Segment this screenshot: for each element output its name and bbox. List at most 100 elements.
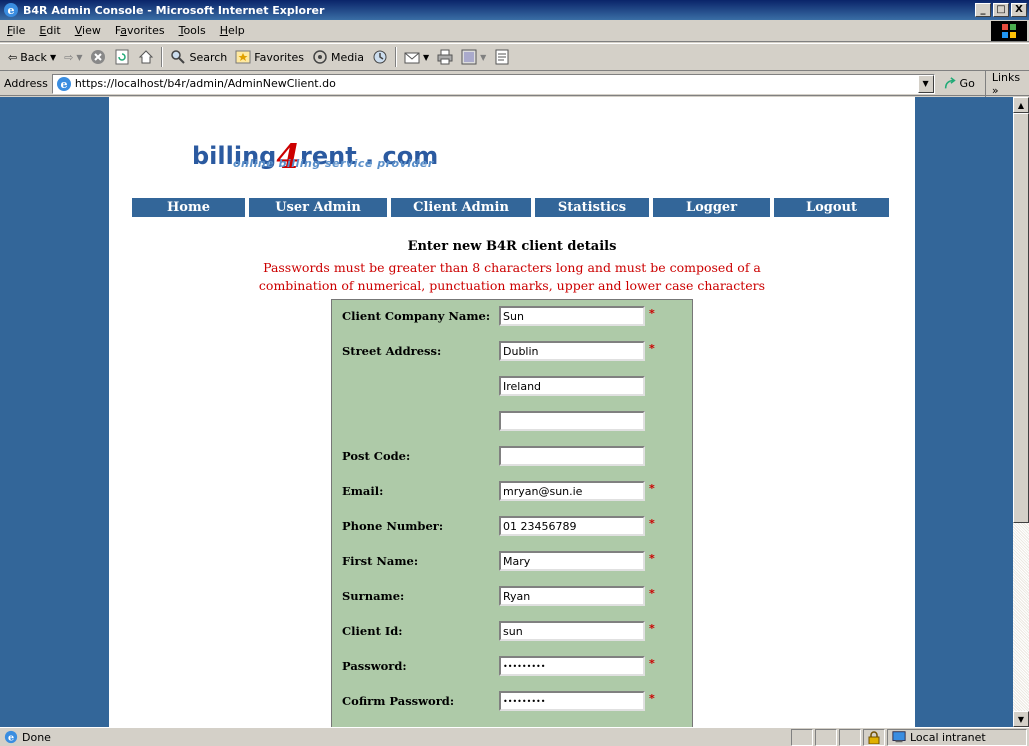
refresh-button[interactable] <box>110 46 134 68</box>
form-row-first-name: First Name: Mary * <box>332 550 694 572</box>
address-input[interactable]: e https://localhost/b4r/admin/AdminNewCl… <box>51 73 935 94</box>
status-cell-1 <box>791 728 813 746</box>
required-marker: * <box>649 342 655 355</box>
required-marker: * <box>649 587 655 600</box>
form-row-phone: Phone Number: 01 23456789 * <box>332 515 694 537</box>
page-icon: e <box>56 76 71 91</box>
form-row-email: Email: mryan@sun.ie * <box>332 480 694 502</box>
address-dropdown-button[interactable]: ▼ <box>917 74 934 93</box>
address-url: https://localhost/b4r/admin/AdminNewClie… <box>74 77 336 90</box>
scroll-track[interactable] <box>1013 523 1029 711</box>
media-button[interactable]: Media <box>308 46 368 68</box>
password-warning-line2: combination of numerical, punctuation ma… <box>258 278 766 293</box>
print-button[interactable] <box>433 46 457 68</box>
status-zone: Local intranet <box>887 728 1027 746</box>
window-title-bar: e B4R Admin Console - Microsoft Internet… <box>0 0 1029 20</box>
nav-logout[interactable]: Logout <box>774 198 889 217</box>
post-code-input[interactable] <box>499 446 645 466</box>
menu-help[interactable]: Help <box>213 24 252 37</box>
mail-icon <box>404 52 420 64</box>
first-name-input[interactable]: Mary <box>499 551 645 571</box>
street-address-input-2[interactable]: Ireland <box>499 376 645 396</box>
go-label: Go <box>959 77 975 90</box>
favorites-button[interactable]: Favorites <box>231 46 308 68</box>
mail-button[interactable]: ▼ <box>400 46 433 68</box>
password-warning: Passwords must be greater than 8 charact… <box>109 259 915 295</box>
svg-text:e: e <box>8 4 15 17</box>
history-button[interactable] <box>368 46 392 68</box>
back-arrow-icon: ⇦ <box>8 50 18 64</box>
company-name-input[interactable]: Sun <box>499 306 645 326</box>
status-cell-2 <box>815 728 837 746</box>
vertical-scrollbar[interactable]: ▲ ▼ <box>1013 97 1029 727</box>
discuss-button[interactable] <box>490 46 514 68</box>
menu-edit[interactable]: Edit <box>32 24 67 37</box>
address-bar: Address e https://localhost/b4r/admin/Ad… <box>0 70 1029 97</box>
nav-client-admin[interactable]: Client Admin <box>391 198 531 217</box>
search-button[interactable]: Search <box>166 46 231 68</box>
nav-logger[interactable]: Logger <box>653 198 770 217</box>
maximize-button[interactable]: □ <box>993 3 1009 17</box>
menu-tools[interactable]: Tools <box>172 24 213 37</box>
links-button[interactable]: Links » <box>984 70 1029 97</box>
form-row-confirm-password: Cofirm Password: ••••••••• * <box>332 690 694 712</box>
form-row-street-address: Street Address: Dublin * <box>332 340 694 362</box>
required-marker: * <box>649 517 655 530</box>
form-row-company-name: Client Company Name: Sun * <box>332 305 694 327</box>
lock-icon <box>868 730 880 744</box>
required-marker: * <box>649 692 655 705</box>
chevron-down-icon: ▼ <box>423 52 430 62</box>
client-id-input[interactable]: sun <box>499 621 645 641</box>
forward-button[interactable]: ⇨ ▼ <box>60 46 86 68</box>
discuss-icon <box>495 49 509 65</box>
content-area: billing4rent . com online billing servic… <box>0 97 1013 727</box>
nav-home[interactable]: Home <box>132 198 245 217</box>
required-marker: * <box>649 552 655 565</box>
form-row-client-id: Client Id: sun * <box>332 620 694 642</box>
svg-text:e: e <box>60 78 67 91</box>
phone-number-input[interactable]: 01 23456789 <box>499 516 645 536</box>
street-address-input-3[interactable] <box>499 411 645 431</box>
menu-view[interactable]: View <box>68 24 108 37</box>
confirm-password-input[interactable]: ••••••••• <box>499 691 645 711</box>
favorites-icon <box>235 50 251 64</box>
password-input[interactable]: ••••••••• <box>499 656 645 676</box>
go-button[interactable]: Go <box>943 76 975 91</box>
home-button[interactable] <box>134 46 158 68</box>
close-button[interactable]: X <box>1011 3 1027 17</box>
scroll-up-button[interactable]: ▲ <box>1013 97 1029 113</box>
chevron-down-icon: ▼ <box>49 52 57 62</box>
scroll-thumb[interactable] <box>1013 113 1029 523</box>
back-button[interactable]: ⇦ Back ▼ <box>4 46 60 68</box>
nav-statistics[interactable]: Statistics <box>535 198 649 217</box>
windows-logo-icon <box>991 20 1027 41</box>
search-label: Search <box>189 50 228 64</box>
required-marker: * <box>649 307 655 320</box>
address-label: Address <box>4 77 48 90</box>
menu-file[interactable]: File <box>0 24 32 37</box>
new-client-form: Client Company Name: Sun * Street Addres… <box>331 299 693 727</box>
refresh-icon <box>115 49 129 65</box>
links-label: Links <box>991 70 1021 84</box>
minimize-button[interactable]: _ <box>975 3 991 17</box>
surname-input[interactable]: Ryan <box>499 586 645 606</box>
search-icon <box>171 50 186 64</box>
form-heading: Enter new B4R client details <box>407 239 617 254</box>
svg-text:e: e <box>8 733 14 744</box>
email-input[interactable]: mryan@sun.ie <box>499 481 645 501</box>
scroll-down-button[interactable]: ▼ <box>1013 711 1029 727</box>
media-label: Media <box>330 50 365 64</box>
menu-favorites[interactable]: Favorites <box>108 24 172 37</box>
history-icon <box>373 50 387 64</box>
stop-button[interactable] <box>86 46 110 68</box>
status-text: Done <box>22 730 51 744</box>
street-address-input-1[interactable]: Dublin <box>499 341 645 361</box>
nav-user-admin[interactable]: User Admin <box>249 198 387 217</box>
status-cell-3 <box>839 728 861 746</box>
status-zone-label: Local intranet <box>910 730 986 744</box>
stop-icon <box>91 50 106 64</box>
required-marker: * <box>649 657 655 670</box>
page-done-icon: e <box>4 730 18 744</box>
required-marker: * <box>649 482 655 495</box>
edit-button[interactable]: ▼ <box>457 46 490 68</box>
